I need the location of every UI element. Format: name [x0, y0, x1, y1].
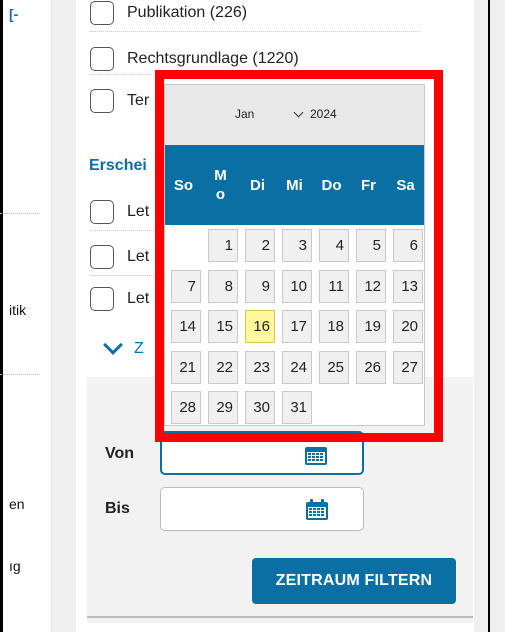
left-edge [0, 0, 3, 632]
day-cell[interactable]: 25 [319, 350, 349, 384]
left-gutter [52, 0, 76, 632]
checkbox-label[interactable]: Publikation (226) [127, 4, 247, 22]
datepicker-header: Jan 2024 [165, 85, 424, 145]
day-cell[interactable]: 27 [393, 350, 423, 384]
chevron-down-icon [293, 107, 304, 117]
day-cell[interactable]: 1 [208, 229, 238, 262]
checkbox-label[interactable]: Rechtsgrundlage (1220) [127, 50, 299, 68]
checkbox[interactable] [90, 287, 114, 311]
von-date-input[interactable] [168, 441, 298, 467]
day-cell[interactable]: 20 [393, 310, 423, 343]
day-cell[interactable]: 29 [208, 391, 238, 424]
day-cell[interactable]: 4 [319, 229, 349, 262]
day-cell[interactable]: 10 [282, 269, 312, 303]
checkbox[interactable] [90, 89, 114, 113]
bis-date-input[interactable] [167, 496, 297, 522]
weekday-label: M o [214, 167, 227, 203]
weekday-label: So [173, 176, 194, 194]
year-value: 2024 [310, 107, 337, 121]
left-column: [- itik en ıg [0, 0, 52, 632]
checkbox-label[interactable]: Ter [127, 92, 149, 110]
checkbox-row[interactable]: Publikation (226) [90, 0, 247, 28]
von-date-field[interactable] [160, 431, 364, 475]
panel-bottom-border [87, 616, 473, 618]
checkbox-label[interactable]: Let [127, 290, 149, 308]
day-cell[interactable]: 19 [356, 310, 386, 343]
day-cell[interactable]: 31 [282, 391, 312, 424]
day-cell[interactable]: 18 [319, 310, 349, 343]
day-cell-today[interactable]: 16 [245, 310, 275, 343]
day-cell[interactable]: 6 [393, 229, 423, 262]
day-cell[interactable]: 23 [245, 350, 275, 384]
day-cell[interactable]: 12 [356, 269, 386, 303]
datepicker-popup: Jan 2024 So M o Di Mi Do Fr Sa 1 2 3 4 5 6 7 8 9 10 11 12… [164, 84, 425, 426]
day-cell[interactable]: 28 [171, 391, 201, 424]
weekday-label: Fr [361, 176, 376, 194]
expander-label: Z [134, 340, 144, 357]
left-divider [0, 374, 40, 375]
checkbox[interactable] [90, 245, 114, 269]
day-cell[interactable]: 21 [171, 350, 201, 384]
bis-label: Bis [105, 500, 130, 517]
day-cell[interactable]: 3 [282, 229, 312, 262]
day-cell[interactable]: 9 [245, 269, 275, 303]
row-divider [90, 31, 420, 32]
right-edge [488, 0, 490, 632]
row-divider [90, 74, 420, 75]
section-title: Erschei [89, 157, 147, 174]
day-cell[interactable]: 8 [208, 269, 238, 303]
checkbox-label[interactable]: Let [127, 203, 149, 221]
checkbox-row[interactable]: Let [90, 242, 149, 272]
left-divider [0, 213, 40, 214]
day-cell[interactable]: 26 [356, 350, 386, 384]
checkbox[interactable] [90, 200, 114, 224]
month-select[interactable]: Jan [235, 107, 254, 121]
day-cell[interactable]: 14 [171, 310, 201, 343]
weekday-label: Mi [286, 176, 303, 194]
day-cell[interactable]: 17 [282, 310, 312, 343]
calendar-icon[interactable] [304, 444, 328, 466]
day-cell[interactable]: 15 [208, 310, 238, 343]
checkbox[interactable] [90, 47, 114, 71]
left-fragment-text[interactable]: itik [9, 302, 26, 318]
checkbox-label[interactable]: Let [127, 248, 149, 266]
checkbox[interactable] [90, 1, 114, 25]
day-cell[interactable]: 30 [245, 391, 275, 424]
weekday-label: Do [321, 176, 342, 194]
checkbox-row[interactable]: Let [90, 197, 149, 227]
zeitraum-expander[interactable]: Z [103, 335, 144, 358]
day-cell[interactable]: 11 [319, 269, 349, 303]
zeitraum-filtern-button[interactable]: ZEITRAUM FILTERN [252, 558, 456, 604]
von-label: Von [105, 445, 135, 462]
weekday-label: Sa [396, 176, 415, 194]
day-cell[interactable]: 22 [208, 350, 238, 384]
weekday-label: Di [250, 176, 265, 194]
chevron-down-icon [103, 335, 123, 355]
calendar-icon[interactable] [305, 499, 329, 521]
bis-date-field[interactable] [160, 487, 364, 531]
checkbox-row[interactable]: Ter [90, 86, 149, 116]
year-select[interactable]: 2024 [293, 107, 337, 121]
day-cell[interactable]: 13 [393, 269, 423, 303]
checkbox-row[interactable]: Let [90, 284, 149, 314]
day-cell[interactable]: 2 [245, 229, 275, 262]
left-fragment-text[interactable]: ıg [9, 558, 21, 574]
day-cell[interactable]: 7 [171, 269, 201, 303]
day-cell[interactable]: 5 [356, 229, 386, 262]
weekday-header: So M o Di Mi Do Fr Sa [165, 145, 424, 225]
left-fragment-text[interactable]: en [9, 496, 25, 512]
left-fragment-link[interactable]: [- [9, 6, 18, 22]
day-cell[interactable]: 24 [282, 350, 312, 384]
checkbox-row[interactable]: Rechtsgrundlage (1220) [90, 44, 299, 74]
